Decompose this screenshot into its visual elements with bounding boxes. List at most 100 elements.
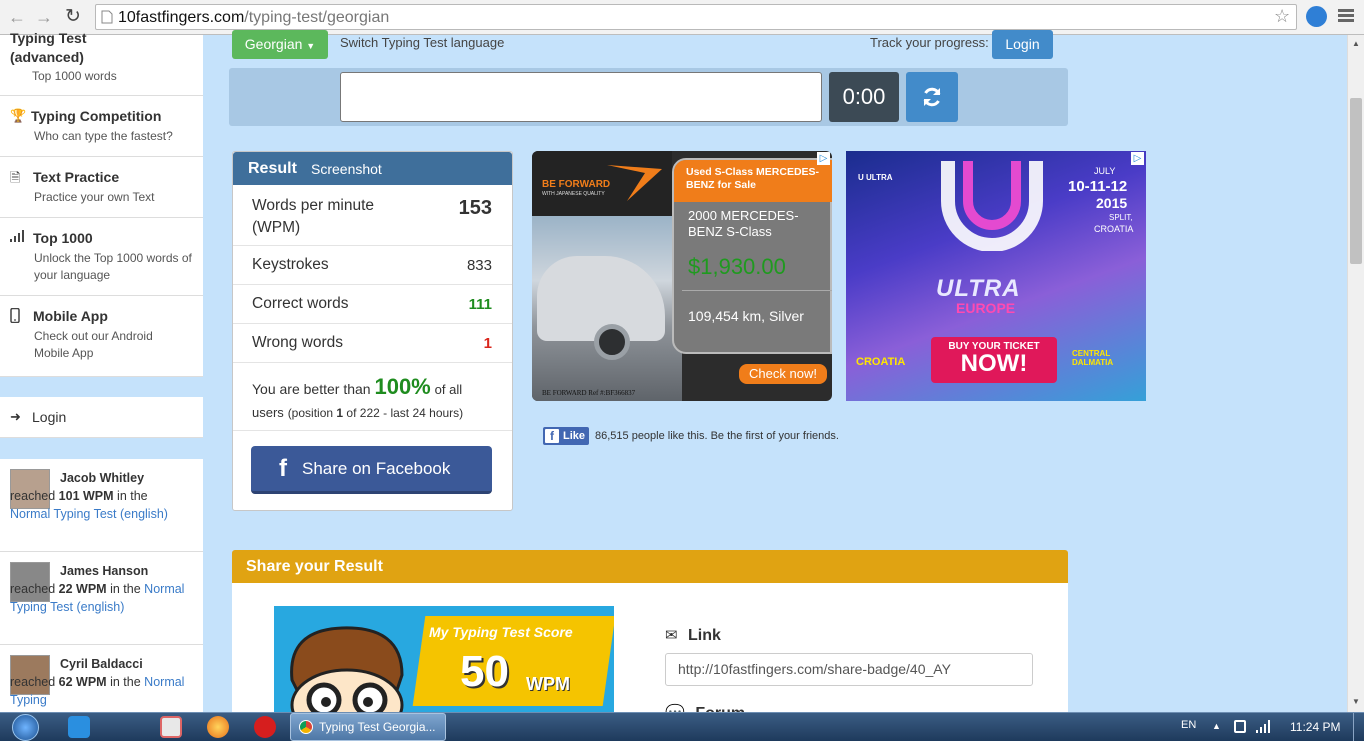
sidebar-login[interactable]: ➜ Login [0,397,203,438]
feed-wpm: 22 WPM [58,582,107,596]
feed-item: Cyril Baldacci reached 62 WPM in the Nor… [0,645,203,712]
firefox-icon[interactable] [207,716,229,738]
media-player-icon[interactable] [160,716,182,738]
correct-words-label: Correct words [252,295,349,312]
input-language-indicator[interactable]: EN [1181,719,1196,731]
badge-unit: WPM [526,674,570,694]
refresh-icon [923,87,941,107]
adchoices-icon[interactable]: ▷ [1131,152,1144,165]
keystrokes-value: 833 [466,257,492,274]
sidebar-item-title: Typing Competition [31,108,162,124]
ultra-worldwide-logo: U ULTRA [858,173,893,182]
share-facebook-button[interactable]: f Share on Facebook [251,446,492,494]
ad2-subtitle: EUROPE [956,300,1016,316]
dalmatia-logo: CENTRAL DALMATIA [1072,349,1114,367]
typing-input[interactable] [340,72,822,122]
sidebar-menu: Typing Test (advanced) Top 1000 words 🏆 T… [0,30,203,377]
car-photo: BE FORWARD Ref #:BF366837 [532,216,682,401]
scroll-down-icon[interactable]: ▼ [1352,697,1360,706]
url-text: 10fastfingers.com/typing-test/georgian [118,9,390,26]
ultra-logo-icon [941,161,1043,251]
scrollbar-thumb[interactable] [1350,98,1362,264]
power-icon[interactable] [1234,720,1246,733]
ranking-prefix: You are better than [252,381,371,397]
sidebar-item-top-1000[interactable]: Top 1000 Unlock the Top 1000 words of yo… [0,218,203,296]
taskbar-chrome-window[interactable]: Typing Test Georgia... [290,713,446,741]
back-icon[interactable]: ← [6,6,28,28]
internet-explorer-icon[interactable] [68,716,90,738]
sidebar-item-title: Typing Test (advanced) [10,30,87,65]
ad-price: $1,930.00 [688,254,786,279]
ad2-dates: 10-11-12 [1068,178,1128,195]
taskbar-clock[interactable]: 11:24 PM [1290,720,1340,734]
tray-expand-icon[interactable]: ▲ [1212,721,1221,731]
activity-feed: Jacob Whitley reached 101 WPM in the Nor… [0,459,203,712]
ad-brand-sub: WITH JAPANESE QUALITY [542,191,605,197]
caret-down-icon: ▼ [306,41,316,51]
extension-icon[interactable] [1306,6,1327,27]
sidebar-item-text-practice[interactable]: 🗎 Text Practice Practice your own Text [0,157,203,218]
sidebar-item-subtitle: Unlock the Top 1000 words of your langua… [34,251,192,282]
sidebar-item-typing-test-advanced[interactable]: Typing Test (advanced) Top 1000 words [0,30,203,96]
car-advertisement[interactable]: BE FORWARD WITH JAPANESE QUALITY BE FORW… [532,151,832,401]
buy-ticket-now: NOW! [960,350,1028,377]
feed-reached-text: reached [10,489,56,503]
start-button[interactable] [6,713,46,741]
show-desktop-button[interactable] [1353,713,1364,741]
ranking-percent: 100% [374,374,431,399]
sign-in-icon: ➜ [10,409,21,424]
screenshot-tab[interactable]: Screenshot [311,161,382,177]
address-bar[interactable]: 10fastfingers.com/typing-test/georgian ☆ [95,4,1297,30]
badge-wpm: 50 [460,647,509,696]
facebook-icon: f [545,429,559,443]
bookmark-star-icon[interactable]: ☆ [1274,6,1290,27]
document-icon: 🗎 [10,170,21,185]
mobile-phone-icon [10,307,20,326]
feed-test-link[interactable]: Normal Typing Test (english) [10,507,168,521]
ad2-year: 2015 [1096,195,1128,211]
ad-model: 2000 MERCEDES-BENZ S-Class [688,208,799,239]
share-link-input[interactable]: http://10fastfingers.com/share-badge/40_… [665,653,1033,686]
ad-ref: BE FORWARD Ref #:BF366837 [542,389,636,397]
feed-user-name[interactable]: Cyril Baldacci [60,657,143,671]
scroll-up-icon[interactable]: ▲ [1352,39,1360,48]
ad-check-now-button[interactable]: Check now! [739,364,827,384]
language-dropdown[interactable]: Georgian ▼ [232,30,328,59]
feed-user-name[interactable]: James Hanson [60,564,148,578]
network-signal-icon[interactable] [1256,720,1272,733]
ad2-city: SPLIT, [1109,213,1133,222]
windows-taskbar [0,712,1364,741]
timer: 0:00 [829,72,899,122]
sidebar-login-label: Login [32,409,67,425]
sidebar-item-subtitle: Practice your own Text [34,190,155,204]
badge-character-icon [290,626,404,716]
login-button[interactable]: Login [992,30,1053,59]
ad-info-panel: Used S-Class MERCEDES-BENZ for Sale 2000… [672,158,832,354]
sidebar-item-title: Text Practice [33,169,120,185]
reload-icon[interactable]: ↻ [62,6,84,28]
ad-details: 109,454 km, Silver [688,308,804,324]
wpm-value: 153 [458,197,492,219]
ranking-text: You are better than 100% of all users (p… [252,376,492,424]
ranking-row: You are better than 100% of all users (p… [233,363,512,431]
sidebar-item-subtitle: Check out our Android Mobile App [34,329,153,360]
festival-advertisement[interactable]: U ULTRA JULY 10-11-12 2015 SPLIT, CROATI… [846,151,1146,401]
buy-ticket-button[interactable]: BUY YOUR TICKET NOW! [931,337,1057,383]
sidebar-item-mobile-app[interactable]: Mobile App Check out our Android Mobile … [0,296,203,377]
adchoices-icon[interactable]: ▷ [817,152,830,165]
sidebar-item-typing-competition[interactable]: 🏆 Typing Competition Who can type the fa… [0,96,203,157]
opera-icon[interactable] [254,716,276,738]
facebook-like-button[interactable]: f Like [543,427,589,445]
correct-words-value: 111 [468,296,492,313]
menu-icon[interactable] [1338,9,1354,23]
wrong-words-label: Wrong words [252,334,344,351]
track-progress-label: Track your progress: [870,35,989,50]
sidebar-item-subtitle: Top 1000 words [32,69,117,83]
share-badge-image[interactable]: My Typing Test Score 50 WPM [274,606,614,716]
ad-headline: Used S-Class MERCEDES-BENZ for Sale [674,160,832,202]
restart-button[interactable] [906,72,958,122]
ad-brand: BE FORWARD [542,179,611,190]
forward-icon[interactable]: → [33,6,55,28]
feed-user-name[interactable]: Jacob Whitley [60,471,144,485]
correct-words-row: Correct words 111 [233,285,512,324]
